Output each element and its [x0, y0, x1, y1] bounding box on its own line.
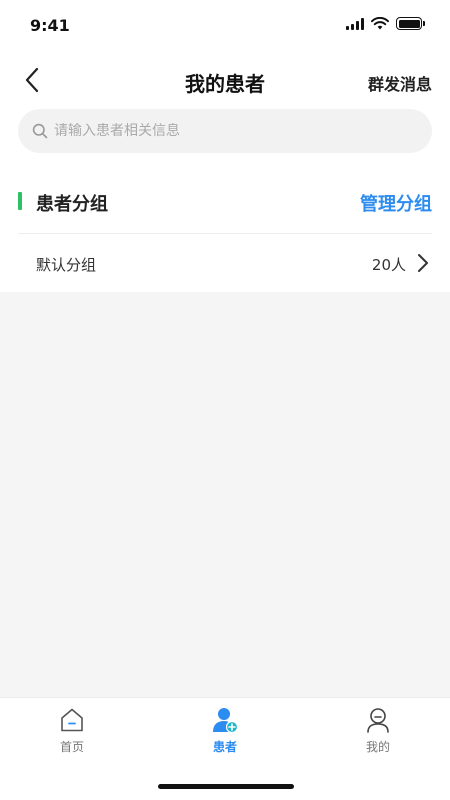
wifi-icon: [371, 17, 389, 30]
tab-mine-label: 我的: [365, 740, 390, 754]
section-marker: [18, 192, 22, 210]
cellular-signal-icon: [346, 17, 364, 30]
patient-icon: [213, 708, 239, 734]
manage-groups-button[interactable]: 管理分组: [360, 190, 432, 216]
home-icon: [61, 708, 83, 732]
profile-icon: [367, 708, 389, 733]
tab-home-label: 首页: [59, 740, 84, 754]
group-count: 20人: [371, 256, 406, 274]
section-title: 患者分组: [36, 194, 108, 215]
home-indicator: [158, 784, 294, 789]
broadcast-message-button[interactable]: 群发消息: [368, 71, 432, 95]
nav-bar: 我的患者 群发消息: [0, 56, 450, 104]
group-row-default[interactable]: 默认分组 20人: [0, 236, 450, 290]
divider: [18, 233, 432, 234]
search-icon: [32, 123, 48, 139]
search-bar[interactable]: [18, 109, 432, 153]
tab-home[interactable]: 首页: [22, 706, 122, 766]
tab-mine[interactable]: 我的: [328, 706, 428, 766]
back-button[interactable]: [18, 64, 50, 96]
tab-patients-label: 患者: [212, 740, 237, 754]
status-icons: [346, 17, 425, 30]
search-input[interactable]: [54, 123, 394, 139]
chevron-left-icon: [25, 67, 39, 93]
battery-icon: [396, 17, 425, 30]
status-time: 9:41: [30, 16, 70, 35]
patient-group-header: 患者分组 管理分组: [0, 180, 450, 222]
group-name: 默认分组: [36, 256, 97, 274]
tab-patients[interactable]: 患者: [175, 706, 275, 766]
chevron-right-icon: [418, 254, 428, 272]
status-bar: 9:41: [0, 0, 450, 52]
